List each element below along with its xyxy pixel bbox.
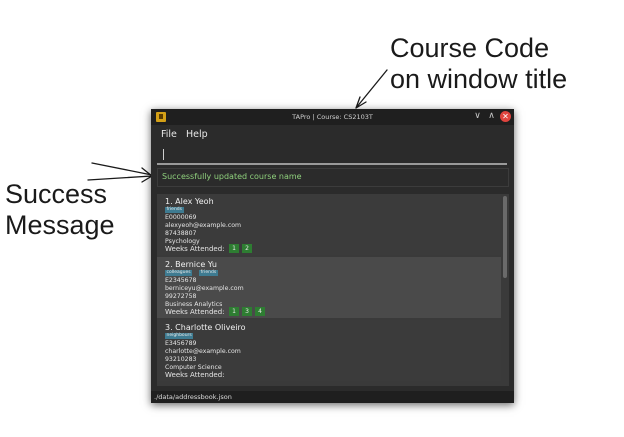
student-name: 2. Bernice Yu — [165, 260, 217, 269]
student-card[interactable]: 2. Bernice Yu colleagues friends E234567… — [157, 257, 501, 318]
week-badge: 3 — [242, 307, 252, 316]
student-name: 3. Charlotte Oliveiro — [165, 323, 246, 332]
tag-label: neighbours — [165, 333, 194, 339]
menu-file[interactable]: File — [161, 129, 177, 140]
student-major: Computer Science — [165, 364, 222, 371]
tag-label: friends — [165, 207, 184, 213]
week-badge: 2 — [242, 244, 252, 253]
close-icon: ✕ — [502, 112, 509, 121]
weeks-attended-label: Weeks Attended: — [165, 245, 225, 253]
title-bar[interactable]: TAPro | Course: CS2103T ∨ ∧ ✕ — [151, 109, 514, 125]
menu-bar: File Help — [151, 125, 514, 145]
student-email: charlotte@example.com — [165, 348, 241, 355]
success-message: Successfully updated course name — [162, 172, 302, 181]
minimize-button[interactable]: ∨ — [472, 111, 483, 122]
student-card[interactable]: 1. Alex Yeoh friends E0000069 alexyeoh@e… — [157, 194, 501, 255]
week-badge: 1 — [229, 307, 239, 316]
scrollbar-thumb[interactable] — [503, 196, 507, 278]
student-phone: 99272758 — [165, 293, 197, 300]
week-badge: 1 — [229, 244, 239, 253]
student-email: alexyeoh@example.com — [165, 222, 242, 229]
app-window: TAPro | Course: CS2103T ∨ ∧ ✕ File Help … — [151, 109, 514, 403]
chevron-up-icon: ∧ — [488, 111, 495, 121]
window-title: TAPro | Course: CS2103T — [292, 113, 373, 121]
arrow-to-success — [87, 162, 153, 183]
student-name: 1. Alex Yeoh — [165, 197, 214, 206]
student-list[interactable]: 1. Alex Yeoh friends E0000069 alexyeoh@e… — [157, 194, 509, 386]
student-major: Business Analytics — [165, 301, 223, 308]
student-email: berniceyu@example.com — [165, 285, 244, 292]
student-major: Psychology — [165, 238, 200, 245]
status-bar: ./data/addressbook.json — [151, 391, 514, 403]
save-location: ./data/addressbook.json — [154, 393, 232, 401]
chevron-down-icon: ∨ — [474, 111, 481, 121]
student-phone: 87438807 — [165, 230, 197, 237]
weeks-attended-label: Weeks Attended: — [165, 308, 225, 316]
text-caret — [163, 149, 164, 160]
tag-list: colleagues friends — [165, 270, 220, 277]
arrow-to-title — [355, 69, 388, 109]
maximize-button[interactable]: ∧ — [486, 111, 497, 122]
command-input[interactable] — [157, 146, 507, 165]
student-id: E0000069 — [165, 214, 197, 221]
tag-label: colleagues — [165, 270, 193, 276]
student-id: E2345678 — [165, 277, 197, 284]
weeks-attended-label: Weeks Attended: — [165, 371, 225, 379]
student-phone: 93210283 — [165, 356, 197, 363]
student-id: E3456789 — [165, 340, 197, 347]
menu-help[interactable]: Help — [186, 129, 208, 140]
student-card[interactable]: 3. Charlotte Oliveiro neighbours E345678… — [157, 320, 501, 381]
close-button[interactable]: ✕ — [500, 111, 511, 122]
tag-list: neighbours — [165, 333, 195, 340]
week-badge: 4 — [255, 307, 265, 316]
result-display: Successfully updated course name — [157, 168, 509, 187]
tag-label: friends — [199, 270, 218, 276]
list-scrollbar[interactable] — [503, 194, 507, 386]
tag-list: friends — [165, 207, 186, 214]
